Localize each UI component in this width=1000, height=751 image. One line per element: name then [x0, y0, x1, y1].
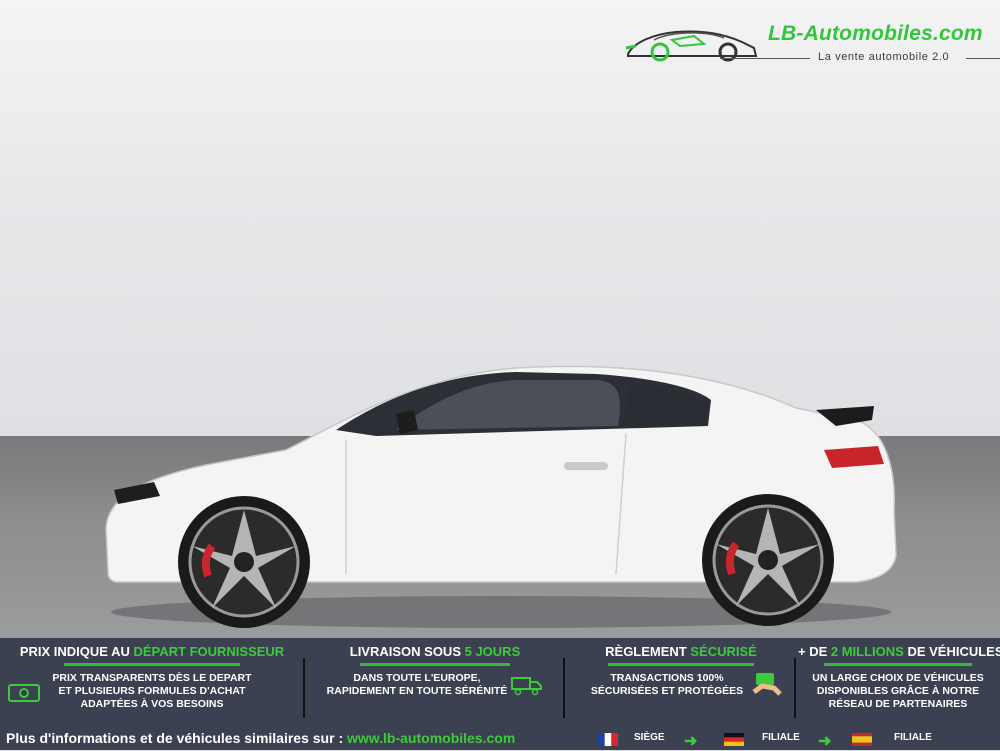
feature-divider [794, 658, 796, 718]
feature-description: UN LARGE CHOIX DE VÉHICULES DISPONIBLES … [812, 672, 984, 710]
arrow-right-icon: ➜ [818, 733, 832, 750]
features-banner: PRIX INDIQUE AU DÉPART FOURNISSEUR PRIX … [0, 638, 1000, 750]
feature-description: PRIX TRANSPARENTS DÈS LE DEPART ET PLUSI… [52, 672, 252, 710]
money-icon [8, 684, 40, 702]
france-flag-icon [598, 733, 618, 746]
feature-payment: RÈGLEMENT SÉCURISÉ TRANSACTIONS 100% SÉC… [576, 644, 786, 724]
rear-wheel [702, 494, 834, 626]
car-image [105, 365, 897, 628]
feature-delivery: LIVRAISON SOUS 5 JOURS DANS TOUTE L'EURO… [320, 644, 550, 724]
website-link[interactable]: www.lb-automobiles.com [347, 730, 515, 746]
feature-underline [608, 663, 754, 666]
feature-price: PRIX INDIQUE AU DÉPART FOURNISSEUR PRIX … [8, 644, 290, 724]
feature-heading: LIVRAISON SOUS 5 JOURS [349, 644, 521, 659]
feature-divider [563, 658, 565, 718]
feature-vehicles: + DE 2 MILLIONS DE VÉHICULES UN LARGE CH… [798, 644, 1000, 724]
location-label: SIÈGE [634, 732, 665, 743]
location-label: FILIALE [762, 732, 800, 743]
logo-brand-text: LB-Automobiles.com [768, 22, 983, 45]
feature-divider [303, 658, 305, 718]
locations-bar: SIÈGE ➜ FILIALE ➜ FILIALE [598, 730, 998, 750]
feature-heading: PRIX INDIQUE AU DÉPART FOURNISSEUR [19, 644, 285, 659]
spain-flag-icon [852, 733, 872, 746]
feature-heading: RÈGLEMENT SÉCURISÉ [605, 644, 757, 659]
payment-icon [752, 673, 782, 696]
arrow-right-icon: ➜ [684, 733, 698, 750]
truck-icon [511, 677, 542, 696]
germany-flag-icon [724, 733, 744, 746]
feature-underline [824, 663, 972, 666]
front-wheel [178, 496, 310, 628]
lb-automobiles-logo: LB-Automobiles.com La vente automobile 2… [624, 18, 1000, 70]
feature-underline [360, 663, 510, 666]
logo-divider [966, 58, 1000, 59]
logo-divider [720, 58, 810, 59]
vehicle-photo: LB-Automobiles.com La vente automobile 2… [0, 0, 1000, 638]
footer-text: Plus d'informations et de véhicules simi… [6, 730, 347, 746]
logo-tagline: La vente automobile 2.0 [818, 51, 950, 63]
feature-underline [64, 663, 240, 666]
footer-info: Plus d'informations et de véhicules simi… [6, 730, 515, 746]
location-label: FILIALE [894, 732, 932, 743]
feature-heading: + DE 2 MILLIONS DE VÉHICULES [798, 644, 1000, 659]
